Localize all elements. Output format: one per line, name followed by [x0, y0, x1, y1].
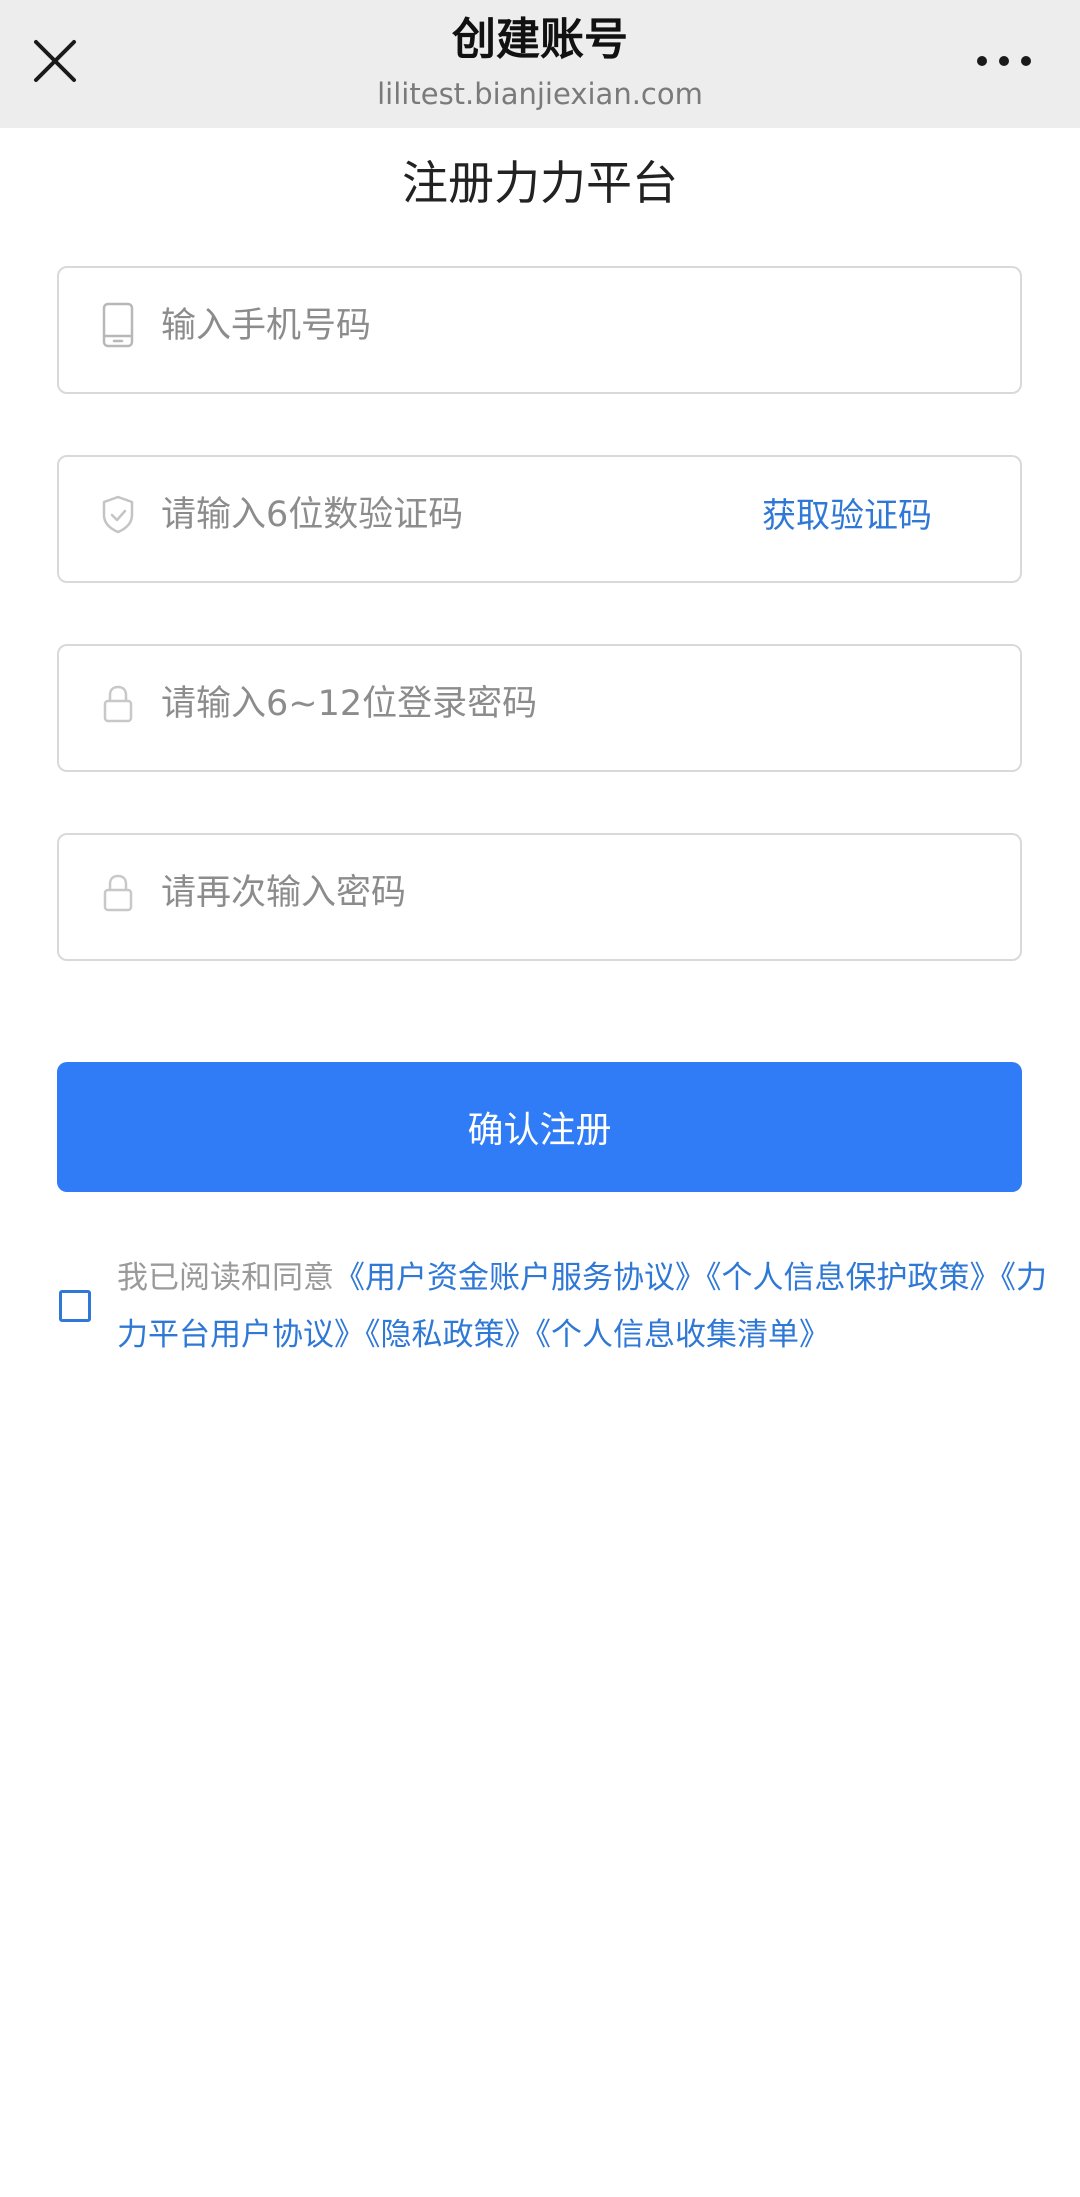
page-title: 注册力力平台 — [402, 156, 678, 210]
link-personal-info-collection-list[interactable]: 《个人信息收集清单》 — [536, 1317, 831, 1353]
agreement-checkbox[interactable] — [59, 1290, 91, 1322]
confirm-password-input[interactable] — [159, 855, 723, 931]
more-button[interactable] — [972, 46, 1036, 76]
code-input[interactable] — [159, 477, 723, 553]
top-navigation-bar: 创建账号 lilitest.bianjiexian.com — [0, 0, 1080, 128]
confirm-register-button[interactable]: 确认注册 — [57, 1062, 1022, 1192]
link-privacy-policy[interactable]: 《隐私政策》 — [365, 1317, 536, 1353]
password-input[interactable] — [159, 666, 723, 742]
code-field: 获取验证码 — [57, 455, 1022, 583]
lock-icon — [103, 685, 133, 723]
lock-icon — [103, 874, 133, 912]
phone-icon — [102, 302, 134, 348]
get-code-button[interactable]: 获取验证码 — [762, 491, 932, 541]
shield-icon — [102, 495, 134, 534]
link-fund-account-agreement[interactable]: 《用户资金账户服务协议》 — [334, 1260, 706, 1296]
password-field — [57, 644, 1022, 772]
nav-title: 创建账号 — [452, 14, 628, 65]
phone-field — [57, 266, 1022, 394]
agreement-prefix: 我已阅读和同意 — [117, 1260, 334, 1296]
link-personal-info-protection-policy[interactable]: 《个人信息保护政策》 — [706, 1260, 1001, 1296]
confirm-password-field — [57, 833, 1022, 961]
phone-input[interactable] — [159, 288, 723, 364]
nav-url: lilitest.bianjiexian.com — [377, 77, 703, 111]
agreement-text: 我已阅读和同意《用户资金账户服务协议》《个人信息保护政策》《力力平台用户协议》《… — [117, 1250, 1077, 1364]
more-icon — [977, 56, 1031, 66]
